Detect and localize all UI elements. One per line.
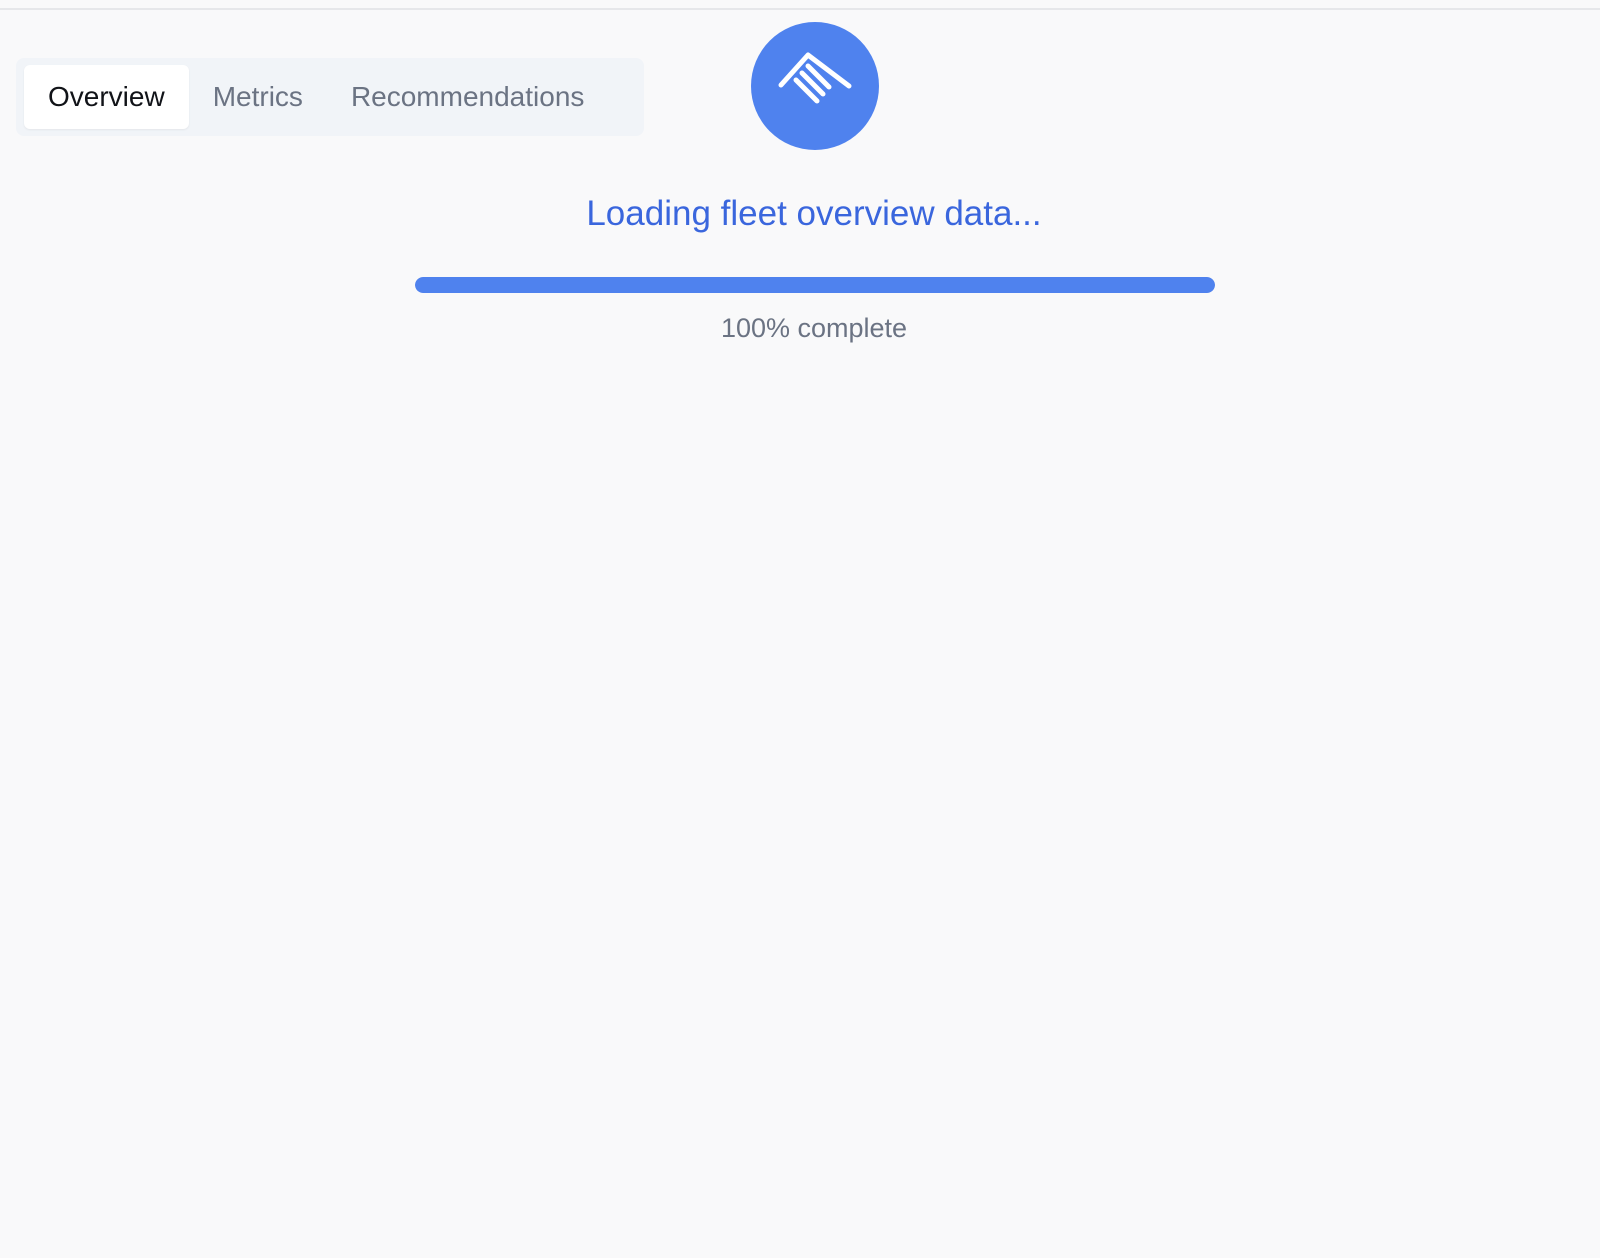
- app-logo: [751, 22, 879, 150]
- tab-overview[interactable]: Overview: [24, 65, 189, 129]
- progress-bar-fill: [415, 277, 1215, 293]
- tab-bar: Overview Metrics Recommendations: [16, 58, 644, 136]
- progress-label: 100% complete: [720, 313, 908, 343]
- roof-lines-icon: [778, 52, 852, 104]
- progress-bar: [415, 277, 1215, 293]
- top-divider: [0, 8, 1600, 10]
- tab-metrics[interactable]: Metrics: [189, 65, 327, 129]
- tab-recommendations[interactable]: Recommendations: [327, 65, 608, 129]
- loading-title: Loading fleet overview data...: [586, 194, 1042, 233]
